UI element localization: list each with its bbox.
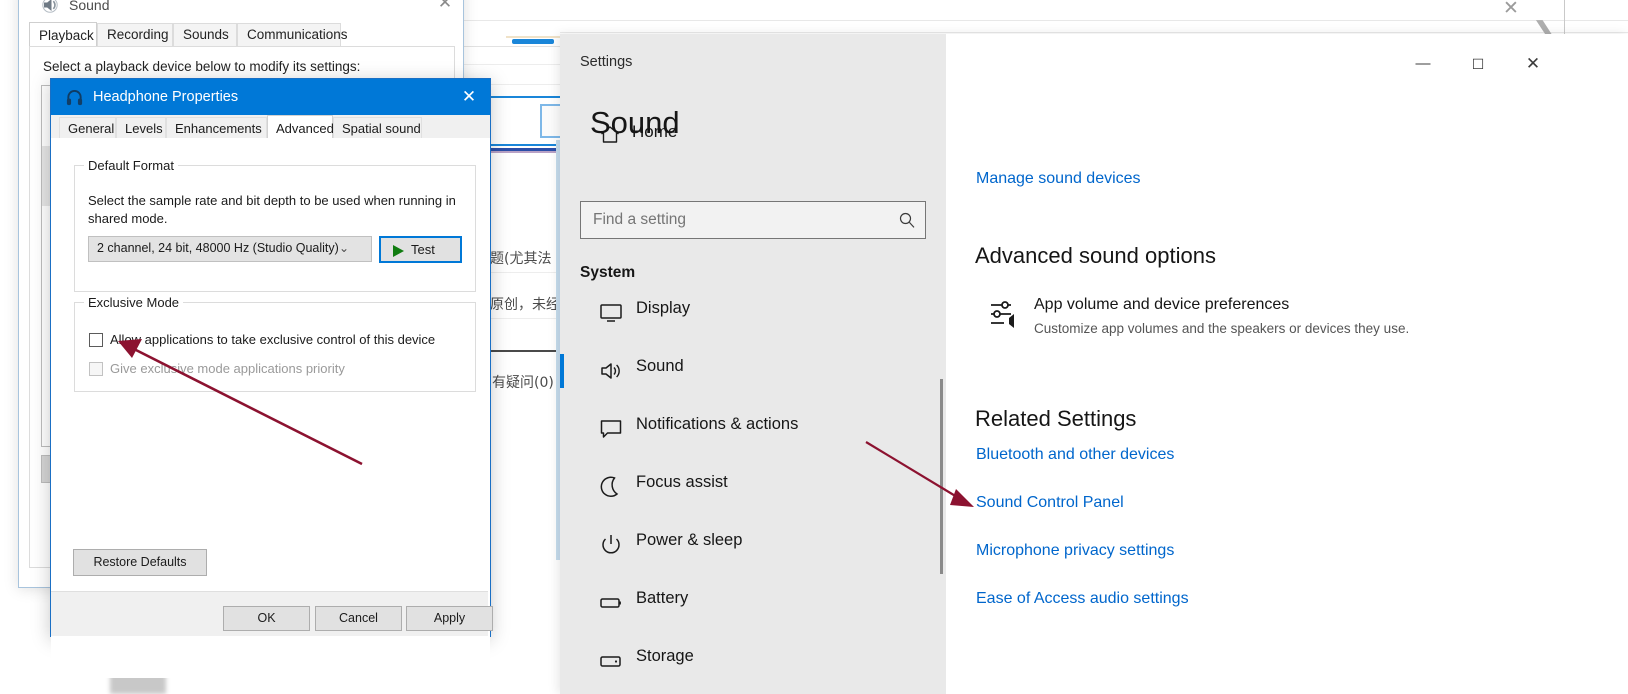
close-button[interactable]: ✕: [1510, 43, 1556, 85]
tab-levels[interactable]: Levels: [116, 117, 166, 139]
chevron-down-icon[interactable]: ⌄: [339, 241, 349, 255]
close-icon[interactable]: ✕: [427, 0, 463, 18]
speaker-icon: [42, 0, 58, 13]
maximize-button[interactable]: ☐: [1455, 43, 1501, 85]
search-input[interactable]: [591, 210, 895, 230]
test-button[interactable]: Test: [379, 236, 462, 263]
scrollbar-thumb[interactable]: [940, 379, 943, 574]
tab-general[interactable]: General: [59, 117, 116, 139]
dialog-titlebar[interactable]: Headphone Properties ✕: [51, 79, 490, 115]
app-volume-subtitle: Customize app volumes and the speakers o…: [1034, 321, 1410, 336]
selection-indicator: [560, 354, 564, 388]
bluetooth-and-other-devices-link[interactable]: Bluetooth and other devices: [976, 446, 1174, 464]
sound-window-titlebar[interactable]: Sound ✕: [19, 0, 463, 23]
sidebar-item-sound-label: Sound: [636, 357, 684, 375]
speaker-icon: [601, 363, 620, 379]
minimize-button[interactable]: —: [1400, 43, 1446, 85]
default-format-legend: Default Format: [84, 158, 178, 173]
sound-control-panel-link[interactable]: Sound Control Panel: [976, 494, 1124, 512]
sound-select-label: Select a playback device below to modify…: [43, 59, 361, 74]
tab-sounds[interactable]: Sounds: [173, 23, 237, 47]
tab-enhancements[interactable]: Enhancements: [166, 117, 267, 139]
default-format-group: [74, 165, 476, 292]
sidebar-item-notifications-label: Notifications & actions: [636, 415, 799, 433]
dialog-tabstrip[interactable]: General Levels Enhancements Advanced Spa…: [51, 115, 490, 139]
tab-communications[interactable]: Communications: [237, 23, 348, 47]
sample-rate-value: 2 channel, 24 bit, 48000 Hz (Studio Qual…: [97, 241, 339, 255]
apply-button[interactable]: Apply: [406, 606, 493, 631]
tab-recording[interactable]: Recording: [97, 23, 173, 47]
test-button-label: Test: [411, 242, 435, 257]
background-accent-underline: [506, 36, 560, 38]
advanced-sound-options-header: Advanced sound options: [975, 243, 1216, 268]
background-active-indicator: [512, 39, 554, 44]
sidebar-item-focus-assist-label: Focus assist: [636, 473, 728, 491]
monitor-icon: [600, 304, 622, 322]
related-settings-header: Related Settings: [975, 406, 1137, 431]
background-cn-text: 题(尤其法: [490, 251, 552, 267]
give-priority-label: Give exclusive mode applications priorit…: [110, 361, 345, 376]
chat-icon: [600, 420, 622, 438]
search-icon[interactable]: [897, 210, 917, 230]
tab-playback[interactable]: Playback: [29, 22, 97, 48]
headphone-icon: [66, 90, 83, 106]
sidebar-item-sound[interactable]: Sound: [560, 345, 946, 397]
restore-defaults-button[interactable]: Restore Defaults: [73, 549, 207, 576]
sidebar-item-power-sleep[interactable]: Power & sleep: [560, 519, 946, 571]
background-close-icon[interactable]: ✕: [1498, 0, 1524, 22]
sound-tabstrip[interactable]: Playback Recording Sounds Communications: [29, 22, 453, 48]
ease-of-access-audio-settings-link[interactable]: Ease of Access audio settings: [976, 590, 1189, 608]
background-cn-text: 有疑问(0): [492, 375, 554, 391]
background-rule: [560, 32, 1628, 33]
sidebar-item-display-label: Display: [636, 299, 691, 317]
play-icon: [393, 245, 404, 257]
sidebar-section-header: System: [580, 264, 636, 281]
sample-rate-dropdown[interactable]: 2 channel, 24 bit, 48000 Hz (Studio Qual…: [88, 236, 372, 262]
give-priority-checkbox: [89, 362, 103, 376]
sidebar-item-battery[interactable]: Battery: [560, 577, 946, 629]
search-box[interactable]: [580, 201, 926, 239]
page-title: Sound: [590, 105, 680, 140]
drive-icon: [600, 656, 621, 667]
app-volume-title[interactable]: App volume and device preferences: [1034, 296, 1289, 314]
exclusive-mode-legend: Exclusive Mode: [84, 295, 184, 310]
default-format-description: Select the sample rate and bit depth to …: [88, 193, 456, 226]
background-cn-text: 原创，未经: [490, 297, 560, 313]
sidebar-item-display[interactable]: Display: [560, 287, 946, 339]
sidebar-item-power-sleep-label: Power & sleep: [636, 531, 743, 549]
battery-icon: [600, 598, 621, 608]
sidebar-item-focus-assist[interactable]: Focus assist: [560, 461, 946, 513]
cancel-button[interactable]: Cancel: [315, 606, 402, 631]
close-icon[interactable]: ✕: [449, 81, 489, 113]
sidebar-scrollbar[interactable]: [939, 134, 944, 574]
ok-button[interactable]: OK: [223, 606, 310, 631]
tab-spatial-sound[interactable]: Spatial sound: [333, 117, 422, 139]
tab-advanced[interactable]: Advanced: [267, 115, 334, 139]
sidebar-item-battery-label: Battery: [636, 589, 689, 607]
allow-exclusive-control-label: Allow applications to take exclusive con…: [110, 332, 436, 347]
sidebar-item-storage[interactable]: Storage: [560, 635, 946, 694]
allow-exclusive-control-checkbox[interactable]: [89, 333, 103, 347]
moon-icon: [600, 476, 619, 497]
exclusive-mode-group: [74, 302, 476, 392]
dialog-title: Headphone Properties: [93, 89, 239, 105]
sidebar-item-storage-label: Storage: [636, 647, 694, 665]
power-icon: [602, 535, 620, 554]
manage-sound-devices-link[interactable]: Manage sound devices: [976, 170, 1141, 188]
background-divider: [440, 20, 1628, 21]
sidebar-item-notifications[interactable]: Notifications & actions: [560, 403, 946, 455]
microphone-privacy-settings-link[interactable]: Microphone privacy settings: [976, 542, 1174, 560]
sound-window-title: Sound: [69, 0, 110, 13]
sliders-icon: [991, 301, 1014, 328]
settings-app-name: Settings: [580, 54, 633, 70]
